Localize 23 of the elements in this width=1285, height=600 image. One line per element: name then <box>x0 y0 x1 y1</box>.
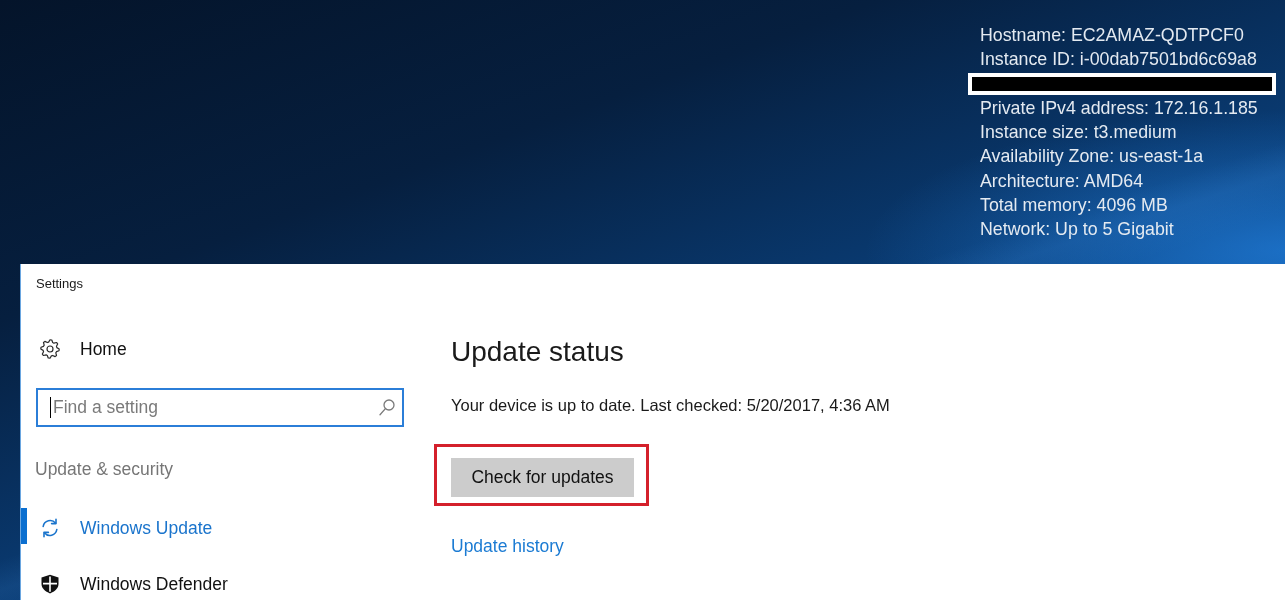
instance-info-line: Architecture: AMD64 <box>980 169 1144 193</box>
text-cursor-icon <box>50 397 51 418</box>
gear-icon <box>40 339 60 359</box>
sidebar-nav-item[interactable]: Windows Update <box>21 508 213 544</box>
instance-info-line: Hostname: EC2AMAZ-QDTPCF0 <box>980 24 1244 47</box>
page-heading: Update status <box>451 335 624 369</box>
status-text: Your device is up to date. Last checked: 5/20/2017, 4:36 AM <box>451 395 890 416</box>
shield-icon <box>40 574 60 594</box>
instance-info-line: Network: Up to 5 Gigabit <box>980 218 1174 242</box>
check-for-updates-button[interactable]: Check for updates <box>451 458 634 497</box>
window-title: Settings <box>36 275 83 291</box>
instance-info-line: Instance ID: i-00dab7501bd6c69a8 <box>980 48 1257 72</box>
instance-info-line: Total memory: 4096 MB <box>980 194 1168 218</box>
home-nav-item[interactable]: Home <box>36 331 127 367</box>
search-field[interactable]: Find a setting <box>36 388 404 427</box>
instance-info-line: Availability Zone: us-east-1a <box>980 145 1204 169</box>
update-history-link[interactable]: Update history <box>451 534 564 558</box>
instance-info-line: Private IPv4 address: 172.16.1.185 <box>980 96 1258 120</box>
instance-info-line: Instance size: t3.medium <box>980 121 1177 145</box>
search-icon <box>379 399 395 416</box>
sync-icon <box>40 518 60 538</box>
sidebar-nav-item[interactable]: Windows Defender <box>21 564 228 600</box>
section-heading: Update & security <box>35 458 174 481</box>
